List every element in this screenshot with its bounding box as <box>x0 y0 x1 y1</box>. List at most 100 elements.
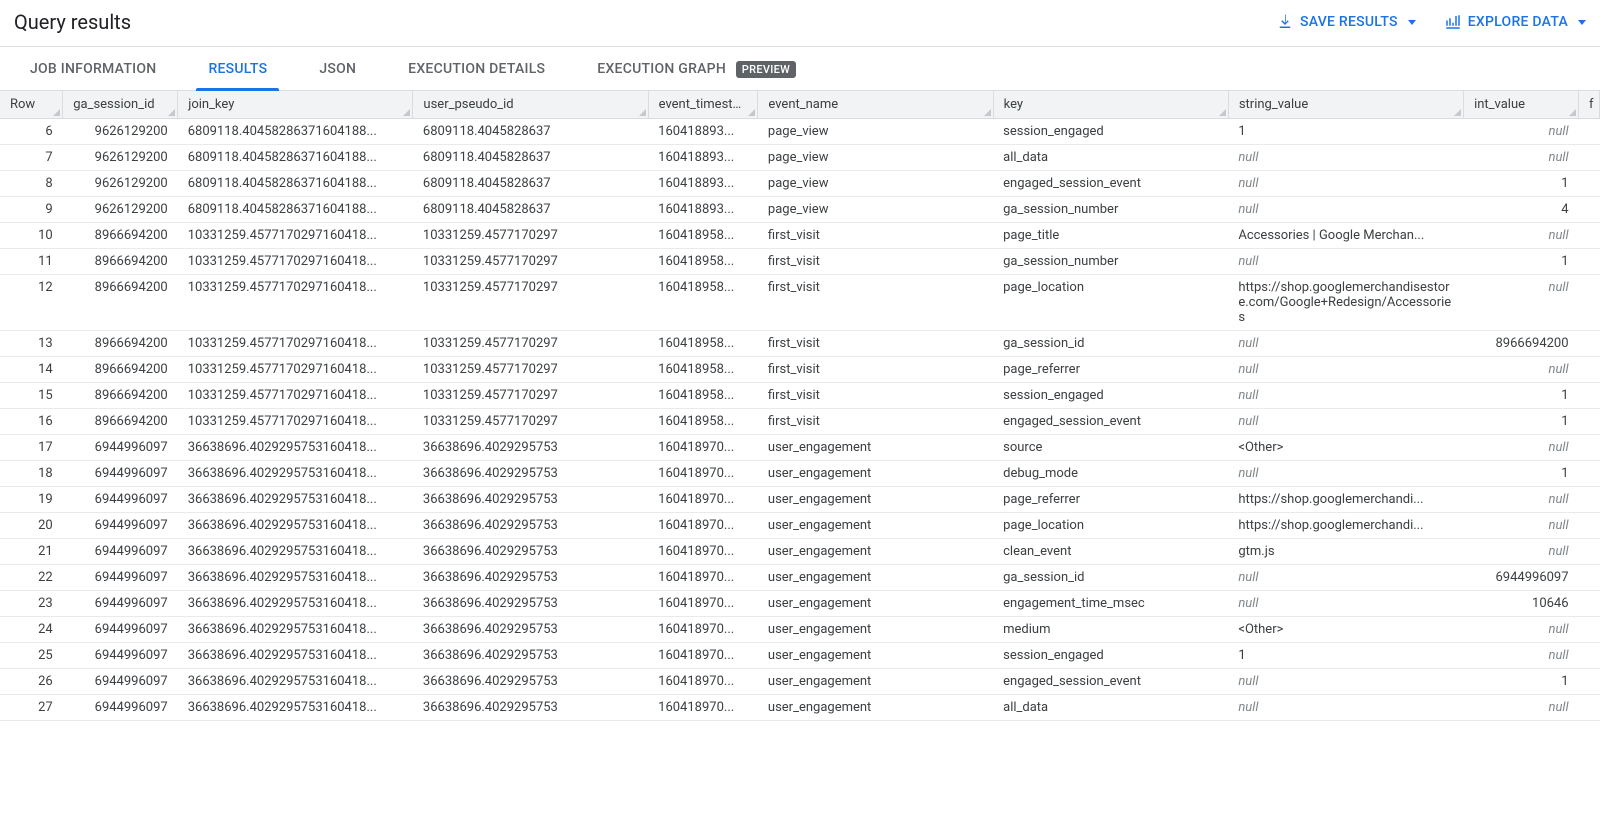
table-cell: null <box>1464 275 1579 331</box>
table-cell: 14 <box>0 357 63 383</box>
table-row[interactable]: 21694499609736638696.4029295753160418...… <box>0 539 1600 565</box>
resize-grip-icon[interactable] <box>1453 108 1461 116</box>
col-row[interactable]: Row <box>0 91 63 119</box>
table-row[interactable]: 25694499609736638696.4029295753160418...… <box>0 643 1600 669</box>
table-cell: null <box>1228 695 1463 721</box>
table-cell: 36638696.4029295753160418... <box>178 513 413 539</box>
table-cell: 36638696.4029295753160418... <box>178 591 413 617</box>
table-header-row: Row ga_session_id join_key user_pseudo_i… <box>0 91 1600 119</box>
table-row[interactable]: 12896669420010331259.4577170297160418...… <box>0 275 1600 331</box>
table-row[interactable]: 17694499609736638696.4029295753160418...… <box>0 435 1600 461</box>
table-row[interactable]: 18694499609736638696.4029295753160418...… <box>0 461 1600 487</box>
col-overflow[interactable]: f <box>1579 91 1600 119</box>
table-cell: session_engaged <box>993 643 1228 669</box>
table-cell: 4 <box>1464 197 1579 223</box>
table-row[interactable]: 13896669420010331259.4577170297160418...… <box>0 331 1600 357</box>
table-cell: 36638696.4029295753 <box>413 617 648 643</box>
table-row[interactable]: 996261292006809118.40458286371604188...6… <box>0 197 1600 223</box>
table-cell: 1 <box>1464 383 1579 409</box>
resize-grip-icon[interactable] <box>638 108 646 116</box>
col-int-value[interactable]: int_value <box>1464 91 1579 119</box>
table-row[interactable]: 10896669420010331259.4577170297160418...… <box>0 223 1600 249</box>
table-cell <box>1579 331 1600 357</box>
table-cell: 160418970... <box>648 643 758 669</box>
table-cell: null <box>1464 119 1579 145</box>
explore-data-button[interactable]: EXPLORE DATA <box>1444 13 1586 31</box>
col-ga-session-id[interactable]: ga_session_id <box>63 91 178 119</box>
table-cell: all_data <box>993 145 1228 171</box>
table-row[interactable]: 23694499609736638696.4029295753160418...… <box>0 591 1600 617</box>
col-string-value[interactable]: string_value <box>1228 91 1463 119</box>
table-cell <box>1579 275 1600 331</box>
table-cell <box>1579 591 1600 617</box>
table-cell: user_engagement <box>758 435 993 461</box>
table-row[interactable]: 22694499609736638696.4029295753160418...… <box>0 565 1600 591</box>
table-row[interactable]: 19694499609736638696.4029295753160418...… <box>0 487 1600 513</box>
tab-execution-details[interactable]: EXECUTION DETAILS <box>382 47 571 90</box>
table-cell: 9626129200 <box>63 145 178 171</box>
table-cell: 6944996097 <box>63 591 178 617</box>
table-cell: 8966694200 <box>1464 331 1579 357</box>
resize-grip-icon[interactable] <box>52 108 60 116</box>
table-cell: 10646 <box>1464 591 1579 617</box>
table-cell: page_view <box>758 171 993 197</box>
table-cell: user_engagement <box>758 461 993 487</box>
resize-grip-icon[interactable] <box>747 108 755 116</box>
table-row[interactable]: 14896669420010331259.4577170297160418...… <box>0 357 1600 383</box>
resize-grip-icon[interactable] <box>983 108 991 116</box>
tab-job-information[interactable]: JOB INFORMATION <box>4 47 182 90</box>
table-cell <box>1579 643 1600 669</box>
table-cell: 1 <box>1228 643 1463 669</box>
table-cell: 6809118.40458286371604188... <box>178 171 413 197</box>
table-cell: 6944996097 <box>63 643 178 669</box>
tab-bar: JOB INFORMATION RESULTS JSON EXECUTION D… <box>0 47 1600 91</box>
table-cell: 6944996097 <box>63 669 178 695</box>
table-cell: 160418970... <box>648 695 758 721</box>
col-key[interactable]: key <box>993 91 1228 119</box>
table-cell <box>1579 383 1600 409</box>
save-results-button[interactable]: SAVE RESULTS <box>1276 13 1416 31</box>
table-cell <box>1579 145 1600 171</box>
table-cell: 8966694200 <box>63 331 178 357</box>
table-row[interactable]: 11896669420010331259.4577170297160418...… <box>0 249 1600 275</box>
resize-grip-icon[interactable] <box>167 108 175 116</box>
table-cell: null <box>1228 171 1463 197</box>
table-cell: 36638696.4029295753 <box>413 669 648 695</box>
table-cell: first_visit <box>758 275 993 331</box>
col-user-pseudo-id[interactable]: user_pseudo_id <box>413 91 648 119</box>
resize-grip-icon[interactable] <box>1218 108 1226 116</box>
table-row[interactable]: 27694499609736638696.4029295753160418...… <box>0 695 1600 721</box>
table-row[interactable]: 20694499609736638696.4029295753160418...… <box>0 513 1600 539</box>
table-cell <box>1579 357 1600 383</box>
tab-json[interactable]: JSON <box>293 47 382 90</box>
table-cell: 10331259.4577170297160418... <box>178 331 413 357</box>
table-cell: 8966694200 <box>63 249 178 275</box>
table-body: 696261292006809118.40458286371604188...6… <box>0 119 1600 721</box>
col-join-key[interactable]: join_key <box>178 91 413 119</box>
table-cell: 160418970... <box>648 513 758 539</box>
table-cell: 21 <box>0 539 63 565</box>
table-row[interactable]: 24694499609736638696.4029295753160418...… <box>0 617 1600 643</box>
resize-grip-icon[interactable] <box>402 108 410 116</box>
table-cell: null <box>1464 145 1579 171</box>
table-row[interactable]: 896261292006809118.40458286371604188...6… <box>0 171 1600 197</box>
table-cell: 26 <box>0 669 63 695</box>
col-event-timestamp[interactable]: event_timestamp <box>648 91 758 119</box>
table-row[interactable]: 15896669420010331259.4577170297160418...… <box>0 383 1600 409</box>
table-cell: 160418958... <box>648 357 758 383</box>
table-row[interactable]: 16896669420010331259.4577170297160418...… <box>0 409 1600 435</box>
table-cell: 6944996097 <box>63 513 178 539</box>
table-row[interactable]: 26694499609736638696.4029295753160418...… <box>0 669 1600 695</box>
table-row[interactable]: 796261292006809118.40458286371604188...6… <box>0 145 1600 171</box>
table-cell: first_visit <box>758 249 993 275</box>
table-cell: first_visit <box>758 223 993 249</box>
table-row[interactable]: 696261292006809118.40458286371604188...6… <box>0 119 1600 145</box>
table-cell: 160418958... <box>648 409 758 435</box>
col-event-name[interactable]: event_name <box>758 91 993 119</box>
tab-results[interactable]: RESULTS <box>182 47 293 90</box>
table-cell: 22 <box>0 565 63 591</box>
table-cell: user_engagement <box>758 513 993 539</box>
table-cell: 36638696.4029295753 <box>413 643 648 669</box>
resize-grip-icon[interactable] <box>1568 108 1576 116</box>
tab-execution-graph[interactable]: EXECUTION GRAPH PREVIEW <box>571 47 822 90</box>
